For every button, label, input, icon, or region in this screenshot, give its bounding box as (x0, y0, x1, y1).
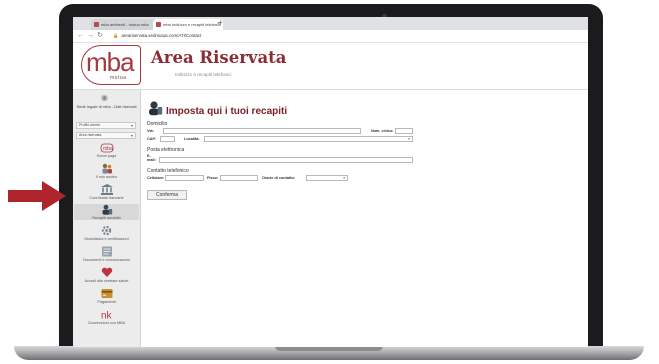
sidebar-item-recapiti[interactable]: Recapiti assistito (74, 204, 139, 220)
family-icon (102, 163, 112, 174)
contact-title-icon (149, 101, 163, 116)
svg-text:mba: mba (103, 146, 113, 152)
sidebar-item-documenti[interactable]: Documenti e comunicazioni (74, 246, 139, 262)
mba-logo-icon: mba (100, 143, 113, 153)
sidebar-item-label: Documenti e comunicazioni (83, 258, 130, 262)
email-input[interactable] (159, 157, 413, 163)
orario-label: Orario di contatto: (262, 176, 296, 180)
sidebar-user-label: Sede legale di mba - Dati riservati (76, 104, 137, 109)
sidebar-item-convenzioni[interactable]: nk Convenzioni con MBA (74, 309, 139, 326)
sidebar-item-home[interactable]: mba Home page (74, 143, 139, 158)
health-icon (101, 267, 112, 277)
mba-logo[interactable]: mba mutua (81, 45, 141, 85)
sidebar-item-label: Home page (96, 154, 117, 158)
civico-label: Num. civico: (371, 129, 394, 133)
svg-text:nk: nk (101, 311, 113, 321)
localita-label: Località: (184, 137, 200, 141)
chevron-down-icon: ▾ (408, 137, 410, 141)
profile-select-value: Profilo utente (79, 123, 101, 127)
cap-label: CAP: (147, 137, 157, 141)
cellulare-label: Cellulare: (147, 176, 165, 180)
logo-subtext: mutua (110, 75, 127, 81)
sidebar-item-label: Accedi alla centrale salute (84, 279, 129, 283)
sidebar-item-label: Convenzioni con MBA (87, 321, 126, 325)
profile-select[interactable]: Profilo utente ▾ (76, 122, 136, 129)
chevron-down-icon: ▾ (343, 176, 345, 180)
document-icon (101, 246, 112, 257)
chevron-down-icon: ▾ (130, 123, 133, 128)
lock-icon: 🔒 (113, 33, 119, 38)
forward-icon[interactable]: → (87, 31, 94, 41)
sidebar-item-pagamenti[interactable]: Pagamenti (74, 288, 139, 304)
cap-input[interactable] (160, 136, 175, 142)
screen: mba ambienti - mutua mba × mba Indirizzo… (73, 17, 588, 347)
browser-toolbar: ← → ↻ 🔒 areariservata.sedmutua.com/ATI/Co… (73, 30, 588, 43)
tab-favicon-icon (156, 22, 161, 27)
chevron-down-icon: ▾ (130, 133, 133, 138)
sidebar-item-label: Il mio nucleo (95, 175, 118, 179)
civico-input[interactable] (395, 128, 413, 134)
sidebar: ◉ Sede legale di mba - Dati riservati Pr… (73, 90, 141, 347)
eye-icon: ◉ (101, 93, 108, 102)
email-heading: Posta elettronica (147, 147, 185, 153)
via-label: Via: (147, 129, 154, 133)
sidebar-item-modulistica[interactable]: Modulistica e certificazioni (74, 225, 139, 241)
sidebar-item-salute[interactable]: Accedi alla centrale salute (74, 267, 139, 283)
page-subtitle: Indirizzo e recapiti telefonici (175, 72, 232, 77)
sidebar-item-banca[interactable]: Coordinate bancarie (74, 184, 139, 200)
telefono-heading: Contatto telefonico (147, 168, 189, 174)
form-title: Imposta qui i tuoi recapiti (166, 106, 288, 117)
sidebar-item-nucleo[interactable]: Il mio nucleo (74, 163, 139, 179)
page-title: Area Riservata (151, 48, 287, 67)
tab-favicon-icon (94, 22, 99, 27)
sidebar-item-label: Pagamenti (97, 300, 116, 304)
confirm-button[interactable]: Conferma (147, 190, 187, 200)
contact-icon (102, 204, 112, 215)
bank-icon (100, 184, 113, 195)
back-icon[interactable]: ← (77, 31, 84, 41)
browser-tab-2[interactable]: mba Indirizzo e recapiti telefonici × (153, 19, 223, 30)
new-tab-button[interactable]: + (218, 18, 223, 27)
site-header: mba mutua Area Riservata Indirizzo e rec… (73, 43, 588, 90)
tab-label: mba ambienti - mutua mba (101, 22, 149, 27)
localita-select[interactable]: ▾ (204, 136, 413, 142)
area-select-value: Area riservata (79, 133, 102, 137)
sidebar-item-label: Modulistica e certificazioni (84, 237, 129, 241)
fisso-label: Fisso: (207, 176, 219, 180)
cellulare-input[interactable] (165, 175, 204, 181)
sidebar-item-label: Recapiti assistito (92, 216, 121, 220)
fisso-input[interactable] (220, 175, 258, 181)
reload-icon[interactable]: ↻ (97, 31, 103, 41)
area-select[interactable]: Area riservata ▾ (76, 132, 136, 139)
sidebar-item-label: Coordinate bancarie (89, 196, 124, 200)
nk-icon: nk (101, 311, 113, 321)
payments-icon (101, 289, 112, 298)
email-label: E-mail: (147, 154, 156, 162)
url-text: areariservata.sedmutua.com/ATI/Contact (121, 33, 202, 38)
address-bar[interactable]: 🔒 areariservata.sedmutua.com/ATI/Contact (113, 33, 201, 39)
logo-text: mba (86, 47, 135, 77)
browser-tabbar: mba ambienti - mutua mba × mba Indirizzo… (73, 17, 588, 34)
domicilio-heading: Domicilio (147, 121, 168, 127)
tab-label: mba Indirizzo e recapiti telefonici (163, 22, 222, 27)
red-arrow-icon (8, 181, 66, 211)
via-input[interactable] (163, 128, 361, 134)
orario-select[interactable]: ▾ (306, 175, 348, 181)
gear-icon (101, 225, 112, 236)
browser-tab-1[interactable]: mba ambienti - mutua mba × (91, 19, 161, 30)
